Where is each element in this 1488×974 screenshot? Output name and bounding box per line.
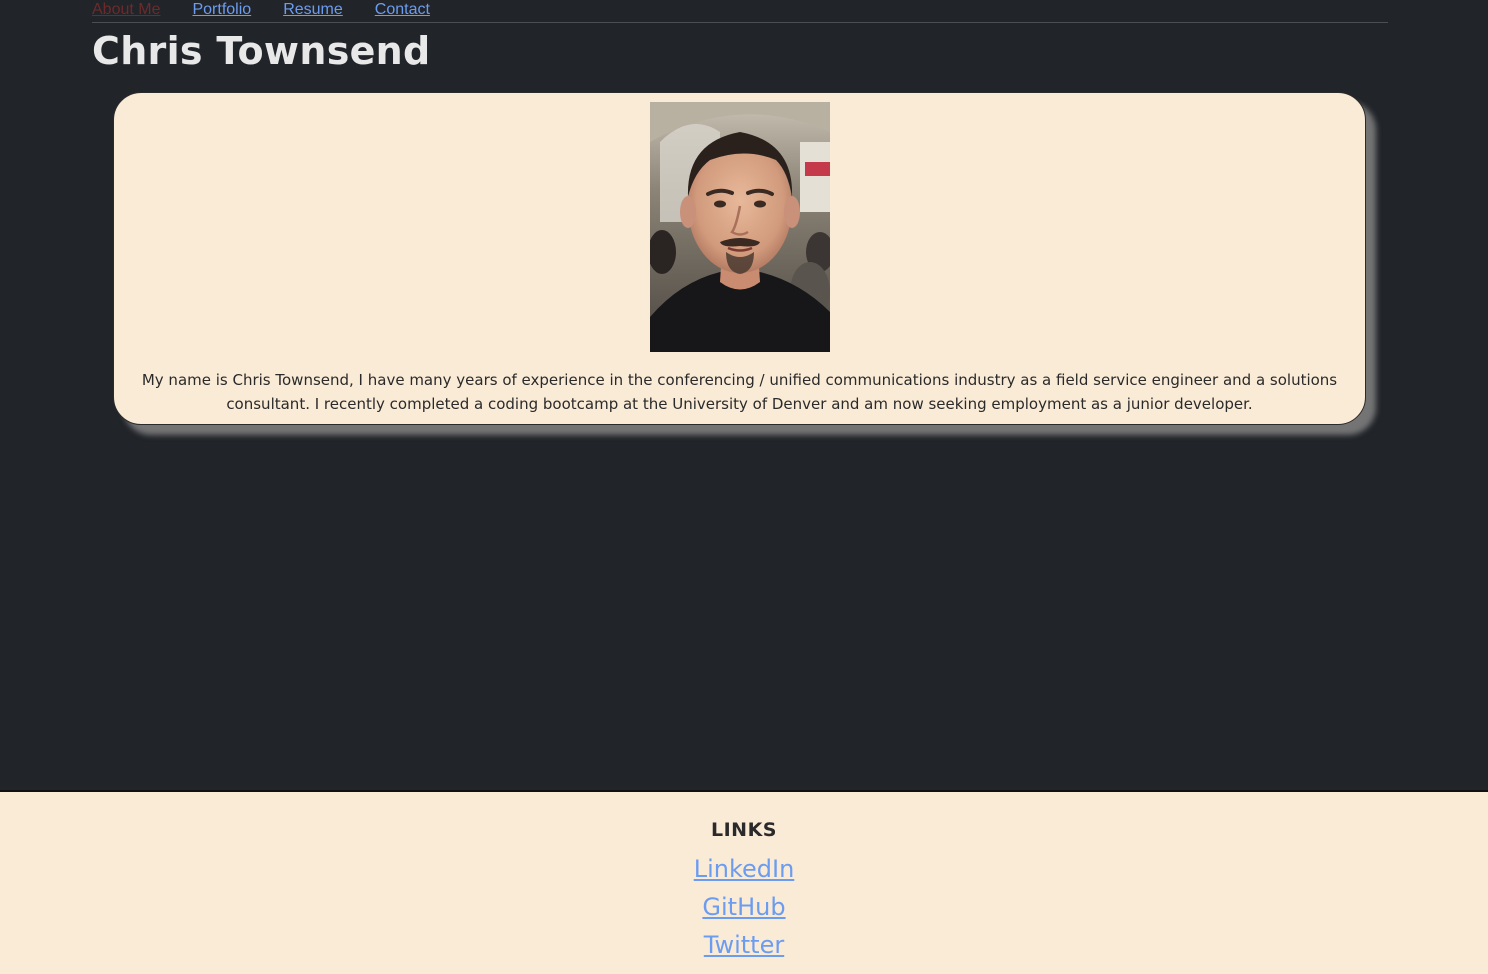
profile-photo <box>650 102 830 352</box>
main-nav: About Me Portfolio Resume Contact <box>92 0 1388 23</box>
page-title: Chris Townsend <box>92 29 431 73</box>
page: About Me Portfolio Resume Contact Chris … <box>0 0 1488 974</box>
twitter-link[interactable]: Twitter <box>0 926 1488 964</box>
github-link[interactable]: GitHub <box>0 888 1488 926</box>
about-card: My name is Chris Townsend, I have many y… <box>113 92 1366 425</box>
site-header: About Me Portfolio Resume Contact Chris … <box>92 0 1388 75</box>
nav-link-contact[interactable]: Contact <box>375 0 430 20</box>
bio-text: My name is Chris Townsend, I have many y… <box>141 371 1338 413</box>
nav-link-portfolio[interactable]: Portfolio <box>192 0 251 20</box>
nav-link-resume[interactable]: Resume <box>283 0 343 20</box>
links-list: LinkedIn GitHub Twitter <box>0 850 1488 964</box>
linkedin-link[interactable]: LinkedIn <box>0 850 1488 888</box>
site-footer: LINKS LinkedIn GitHub Twitter <box>0 790 1488 974</box>
nav-link-about-me[interactable]: About Me <box>92 0 160 20</box>
links-heading: LINKS <box>711 819 777 841</box>
